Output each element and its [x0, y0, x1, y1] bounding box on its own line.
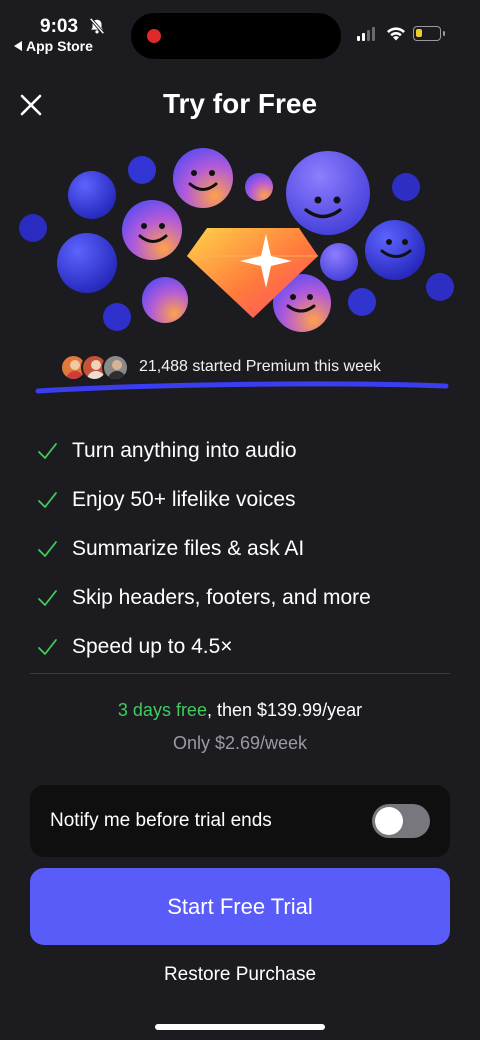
wifi-icon — [387, 27, 405, 41]
check-icon — [38, 491, 57, 508]
toggle-knob — [375, 807, 403, 835]
notify-toggle[interactable] — [372, 804, 430, 838]
bubble — [392, 173, 420, 201]
feature-item: Skip headers, footers, and more — [36, 573, 371, 622]
feature-item: Summarize files & ask AI — [36, 524, 371, 573]
check-icon — [38, 442, 57, 459]
pricing-summary: 3 days free, then $139.99/year — [0, 700, 480, 721]
smiley-face-icon — [122, 200, 182, 260]
back-app-label: App Store — [26, 38, 93, 54]
dynamic-island — [131, 13, 341, 59]
notify-label: Notify me before trial ends — [50, 810, 272, 831]
divider — [30, 673, 450, 674]
battery-icon — [413, 26, 445, 41]
bubble — [103, 303, 131, 331]
premium-hero-illustration — [19, 148, 454, 332]
yearly-price: , then $139.99/year — [206, 700, 363, 720]
bubble — [128, 156, 156, 184]
smiley-face-icon — [365, 220, 425, 280]
trial-length: 3 days free — [117, 700, 207, 720]
start-free-trial-button[interactable]: Start Free Trial — [30, 868, 450, 945]
bubble — [142, 277, 188, 323]
battery-fill — [416, 29, 422, 37]
smiley-face-icon — [286, 151, 370, 235]
highlight-underline — [35, 381, 449, 394]
feature-label: Enjoy 50+ lifelike voices — [72, 487, 296, 511]
check-icon — [38, 540, 57, 557]
smiley-face-icon — [173, 148, 233, 208]
feature-label: Turn anything into audio — [72, 438, 297, 462]
recording-indicator — [147, 29, 161, 43]
paywall-screen: 9:03 App Store Try for Free 21,488 start… — [0, 0, 480, 1040]
bubble — [57, 233, 117, 293]
bubble — [68, 171, 116, 219]
check-icon — [38, 638, 57, 655]
notify-reminder-row: Notify me before trial ends — [30, 785, 450, 857]
home-indicator[interactable] — [155, 1024, 325, 1030]
user-avatars — [60, 353, 129, 381]
feature-label: Skip headers, footers, and more — [72, 585, 371, 609]
feature-item: Turn anything into audio — [36, 426, 371, 475]
cellular-signal-icon — [357, 27, 375, 41]
feature-item: Enjoy 50+ lifelike voices — [36, 475, 371, 524]
status-time: 9:03 — [40, 16, 79, 37]
check-icon — [38, 589, 57, 606]
page-title: Try for Free — [162, 88, 318, 119]
back-arrow-icon — [14, 41, 22, 51]
bubble — [245, 173, 273, 201]
bell-slash-icon — [89, 17, 105, 35]
feature-item: Speed up to 4.5× — [36, 622, 371, 671]
feature-label: Summarize files & ask AI — [72, 536, 305, 560]
restore-purchase-link[interactable]: Restore Purchase — [0, 964, 480, 986]
feature-list: Turn anything into audio Enjoy 50+ lifel… — [36, 426, 371, 671]
social-proof-text: 21,488 started Premium this week — [139, 358, 381, 375]
bubble — [19, 214, 47, 242]
bubble — [348, 288, 376, 316]
avatar — [102, 353, 129, 381]
bubble — [426, 273, 454, 301]
weekly-price: Only $2.69/week — [172, 733, 308, 753]
feature-label: Speed up to 4.5× — [72, 634, 233, 658]
bubble — [320, 243, 358, 281]
back-to-app-store-link[interactable]: App Store — [14, 38, 93, 54]
